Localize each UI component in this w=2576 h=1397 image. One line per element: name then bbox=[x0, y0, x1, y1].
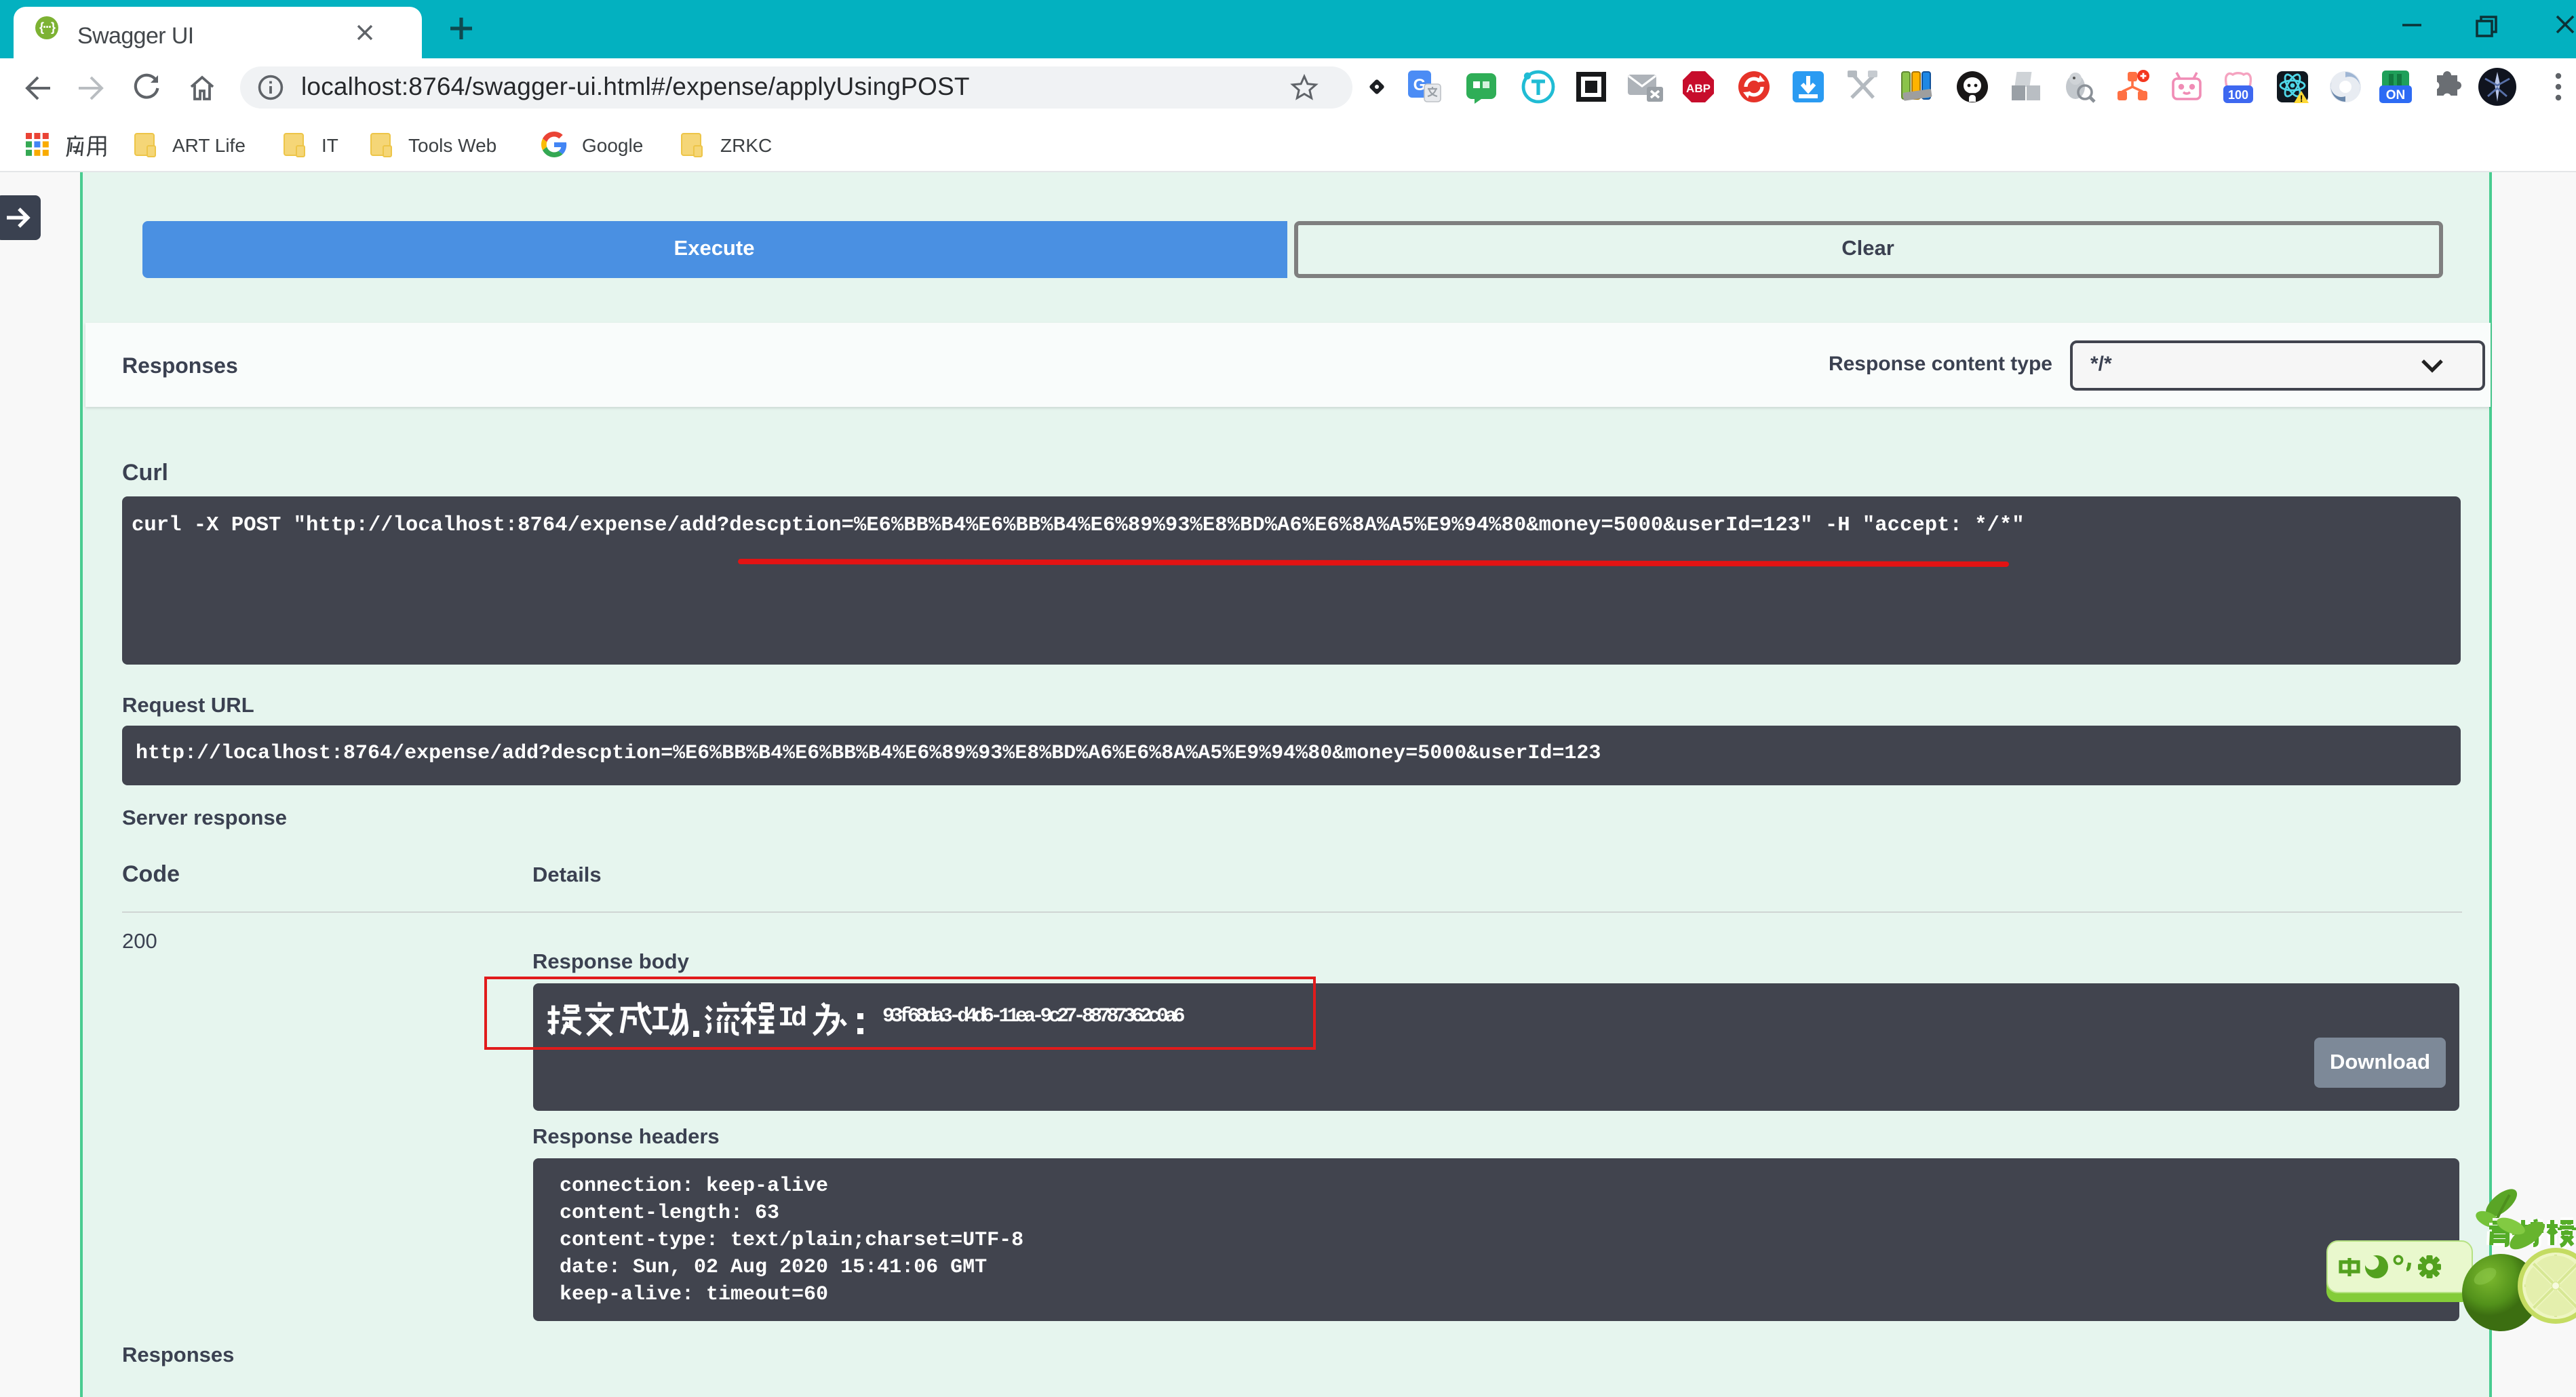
svg-text:!: ! bbox=[2300, 93, 2303, 104]
svg-text:100: 100 bbox=[2228, 88, 2248, 102]
svg-text:ON: ON bbox=[2386, 88, 2406, 102]
svg-text:ABP: ABP bbox=[1686, 82, 1711, 95]
